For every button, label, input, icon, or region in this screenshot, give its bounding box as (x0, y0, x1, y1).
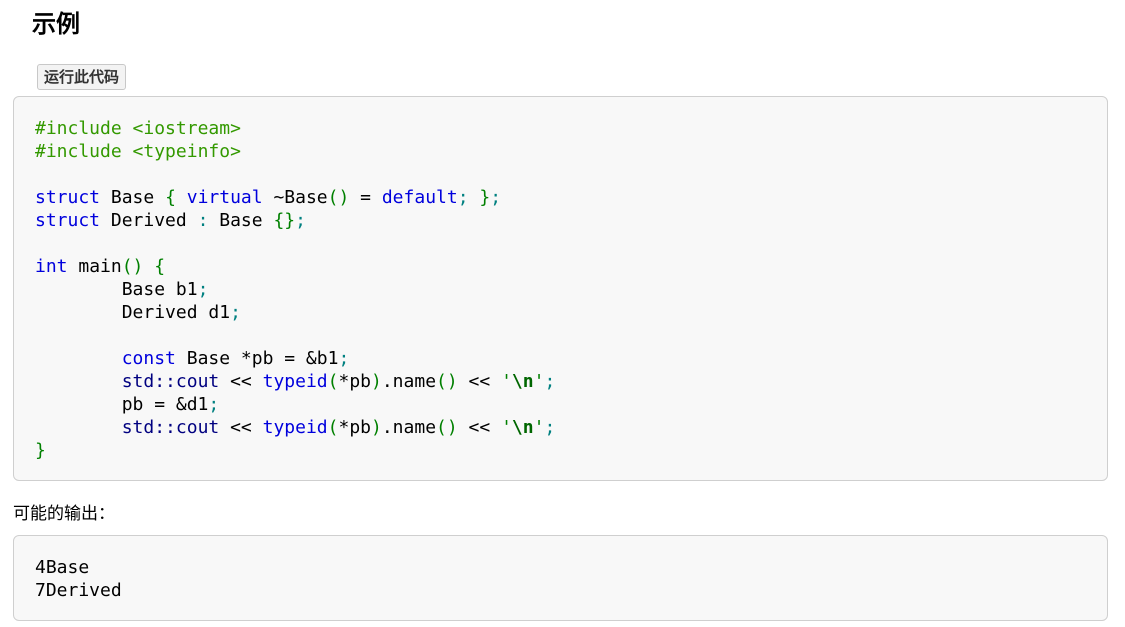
code-line-12: std::cout << typeid(*pb).name() << '\n'; (121, 371, 556, 392)
code-line-15: } (35, 440, 46, 461)
output-line-2: 7Derived (35, 580, 122, 601)
code-line-4: struct Base { virtual ~Base() = default;… (35, 187, 502, 208)
output-label: 可能的输出： (13, 504, 115, 524)
page-title: 示例 (32, 10, 80, 38)
code-line-1: #include <iostream> (35, 118, 241, 139)
code-line-11: const Base *pb = &b1; (121, 348, 350, 369)
code-line-9: Derived d1; (121, 302, 241, 323)
output-block: 4Base 7Derived (13, 535, 1108, 621)
code-line-14: std::cout << typeid(*pb).name() << '\n'; (121, 417, 556, 438)
run-code-button[interactable]: 运行此代码 (37, 64, 127, 90)
code-line-2: #include <typeinfo> (35, 141, 241, 162)
code-line-13: pb = &d1; (121, 394, 220, 415)
code-block: #include <iostream> #include <typeinfo> st… (13, 96, 1108, 481)
code-listing: #include <iostream> #include <typeinfo> st… (35, 117, 555, 462)
code-line-5: struct Derived : Base {}; (35, 210, 306, 231)
output-listing: 4Base 7Derived (35, 556, 122, 602)
output-line-1: 4Base (35, 557, 90, 578)
code-line-8: Base b1; (121, 279, 209, 300)
code-line-7: int main() { (35, 256, 166, 277)
